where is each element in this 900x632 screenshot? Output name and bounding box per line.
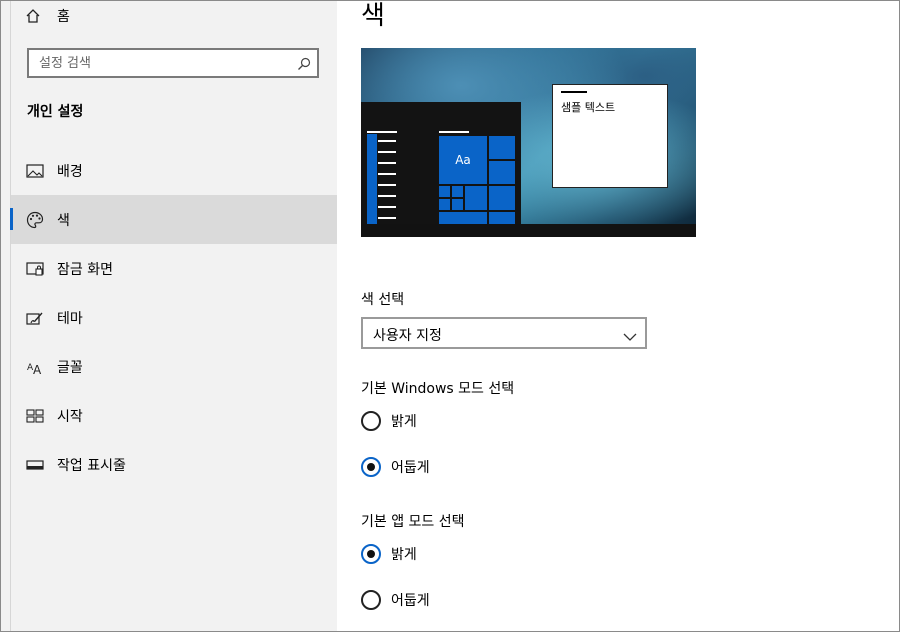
windows-mode-light-radio[interactable]: 밝게	[361, 409, 417, 433]
sidebar-item-start[interactable]: 시작	[11, 391, 337, 440]
preview-line	[439, 131, 469, 133]
sidebar-item-theme[interactable]: 테마	[11, 293, 337, 342]
preview-window-text: 샘플 텍스트	[561, 101, 616, 114]
preview-taskbar	[361, 224, 696, 237]
preview-tile	[465, 186, 487, 210]
radio-label: 밝게	[391, 414, 417, 430]
preview-line	[367, 131, 397, 133]
preview-tile	[439, 212, 487, 224]
lock-screen-icon	[25, 261, 45, 277]
search-input[interactable]	[29, 50, 289, 76]
sidebar-item-color[interactable]: 색	[11, 195, 337, 244]
preview-tile	[439, 186, 450, 197]
preview-line	[378, 206, 396, 208]
background-window-edge	[1, 1, 11, 631]
font-icon: AA	[25, 359, 45, 375]
sidebar: 홈 개인 설정 배경 색 잠금 화면	[11, 1, 337, 631]
section-title: 개인 설정	[27, 104, 84, 120]
home-icon	[25, 8, 45, 24]
preview-line	[378, 140, 396, 142]
home-label: 홈	[57, 9, 70, 25]
main-panel: 색 Aa 샘플 텍스트 색 선택 사용자 지정 기본 Windows 모드 선택…	[337, 1, 899, 631]
home-nav-item[interactable]: 홈	[25, 3, 70, 29]
sidebar-item-label: 잠금 화면	[57, 261, 113, 278]
radio-circle-selected[interactable]	[361, 544, 381, 564]
preview-tile	[489, 136, 515, 159]
radio-circle[interactable]	[361, 411, 381, 431]
search-icon[interactable]	[297, 56, 311, 75]
color-select-label: 색 선택	[361, 292, 405, 308]
start-grid-icon	[25, 408, 45, 424]
taskbar-icon	[25, 457, 45, 473]
sidebar-item-label: 테마	[57, 310, 83, 327]
radio-circle-selected[interactable]	[361, 457, 381, 477]
sidebar-item-lock-screen[interactable]: 잠금 화면	[11, 244, 337, 293]
picture-icon	[25, 163, 45, 179]
sidebar-item-label: 시작	[57, 408, 83, 425]
preview-line	[378, 162, 396, 164]
palette-icon	[25, 211, 45, 229]
preview-tile	[489, 186, 515, 210]
app-mode-dark-radio[interactable]: 어둡게	[361, 588, 430, 612]
page-title: 색	[361, 1, 385, 31]
sidebar-item-background[interactable]: 배경	[11, 146, 337, 195]
preview-line	[378, 217, 396, 219]
preview-tile	[452, 186, 463, 197]
selected-indicator	[10, 208, 13, 230]
app-mode-light-radio[interactable]: 밝게	[361, 542, 417, 566]
preview-tile	[489, 161, 515, 184]
settings-window: 홈 개인 설정 배경 색 잠금 화면	[0, 0, 900, 632]
svg-text:A: A	[33, 363, 42, 375]
sidebar-item-label: 배경	[57, 163, 83, 180]
sidebar-item-label: 색	[57, 212, 70, 229]
radio-label: 밝게	[391, 547, 417, 563]
preview-line	[378, 151, 396, 153]
preview-line	[378, 184, 396, 186]
dropdown-value: 사용자 지정	[373, 328, 442, 344]
sidebar-item-taskbar[interactable]: 작업 표시줄	[11, 440, 337, 489]
sidebar-item-label: 글꼴	[57, 359, 83, 376]
theme-brush-icon	[25, 310, 45, 326]
preview-app-list	[367, 134, 377, 224]
app-mode-label: 기본 앱 모드 선택	[361, 514, 465, 530]
radio-label: 어둡게	[391, 460, 430, 476]
preview-window: 샘플 텍스트	[552, 84, 668, 188]
radio-label: 어둡게	[391, 593, 430, 609]
preview-line	[378, 173, 396, 175]
windows-mode-label: 기본 Windows 모드 선택	[361, 381, 515, 397]
sidebar-item-label: 작업 표시줄	[57, 457, 126, 474]
sidebar-item-fonts[interactable]: AA 글꼴	[11, 342, 337, 391]
color-preview: Aa 샘플 텍스트	[361, 48, 696, 237]
preview-tile	[439, 199, 450, 210]
windows-mode-dark-radio[interactable]: 어둡게	[361, 455, 430, 479]
preview-tile-text: Aa	[439, 136, 487, 184]
preview-tile	[489, 212, 515, 224]
preview-tiles: Aa	[439, 136, 515, 224]
color-select-dropdown[interactable]: 사용자 지정	[361, 317, 647, 349]
chevron-down-icon	[623, 327, 637, 346]
preview-window-titlebar	[561, 91, 587, 93]
radio-circle[interactable]	[361, 590, 381, 610]
preview-line	[378, 195, 396, 197]
search-box	[27, 48, 319, 78]
preview-tile	[452, 199, 463, 210]
